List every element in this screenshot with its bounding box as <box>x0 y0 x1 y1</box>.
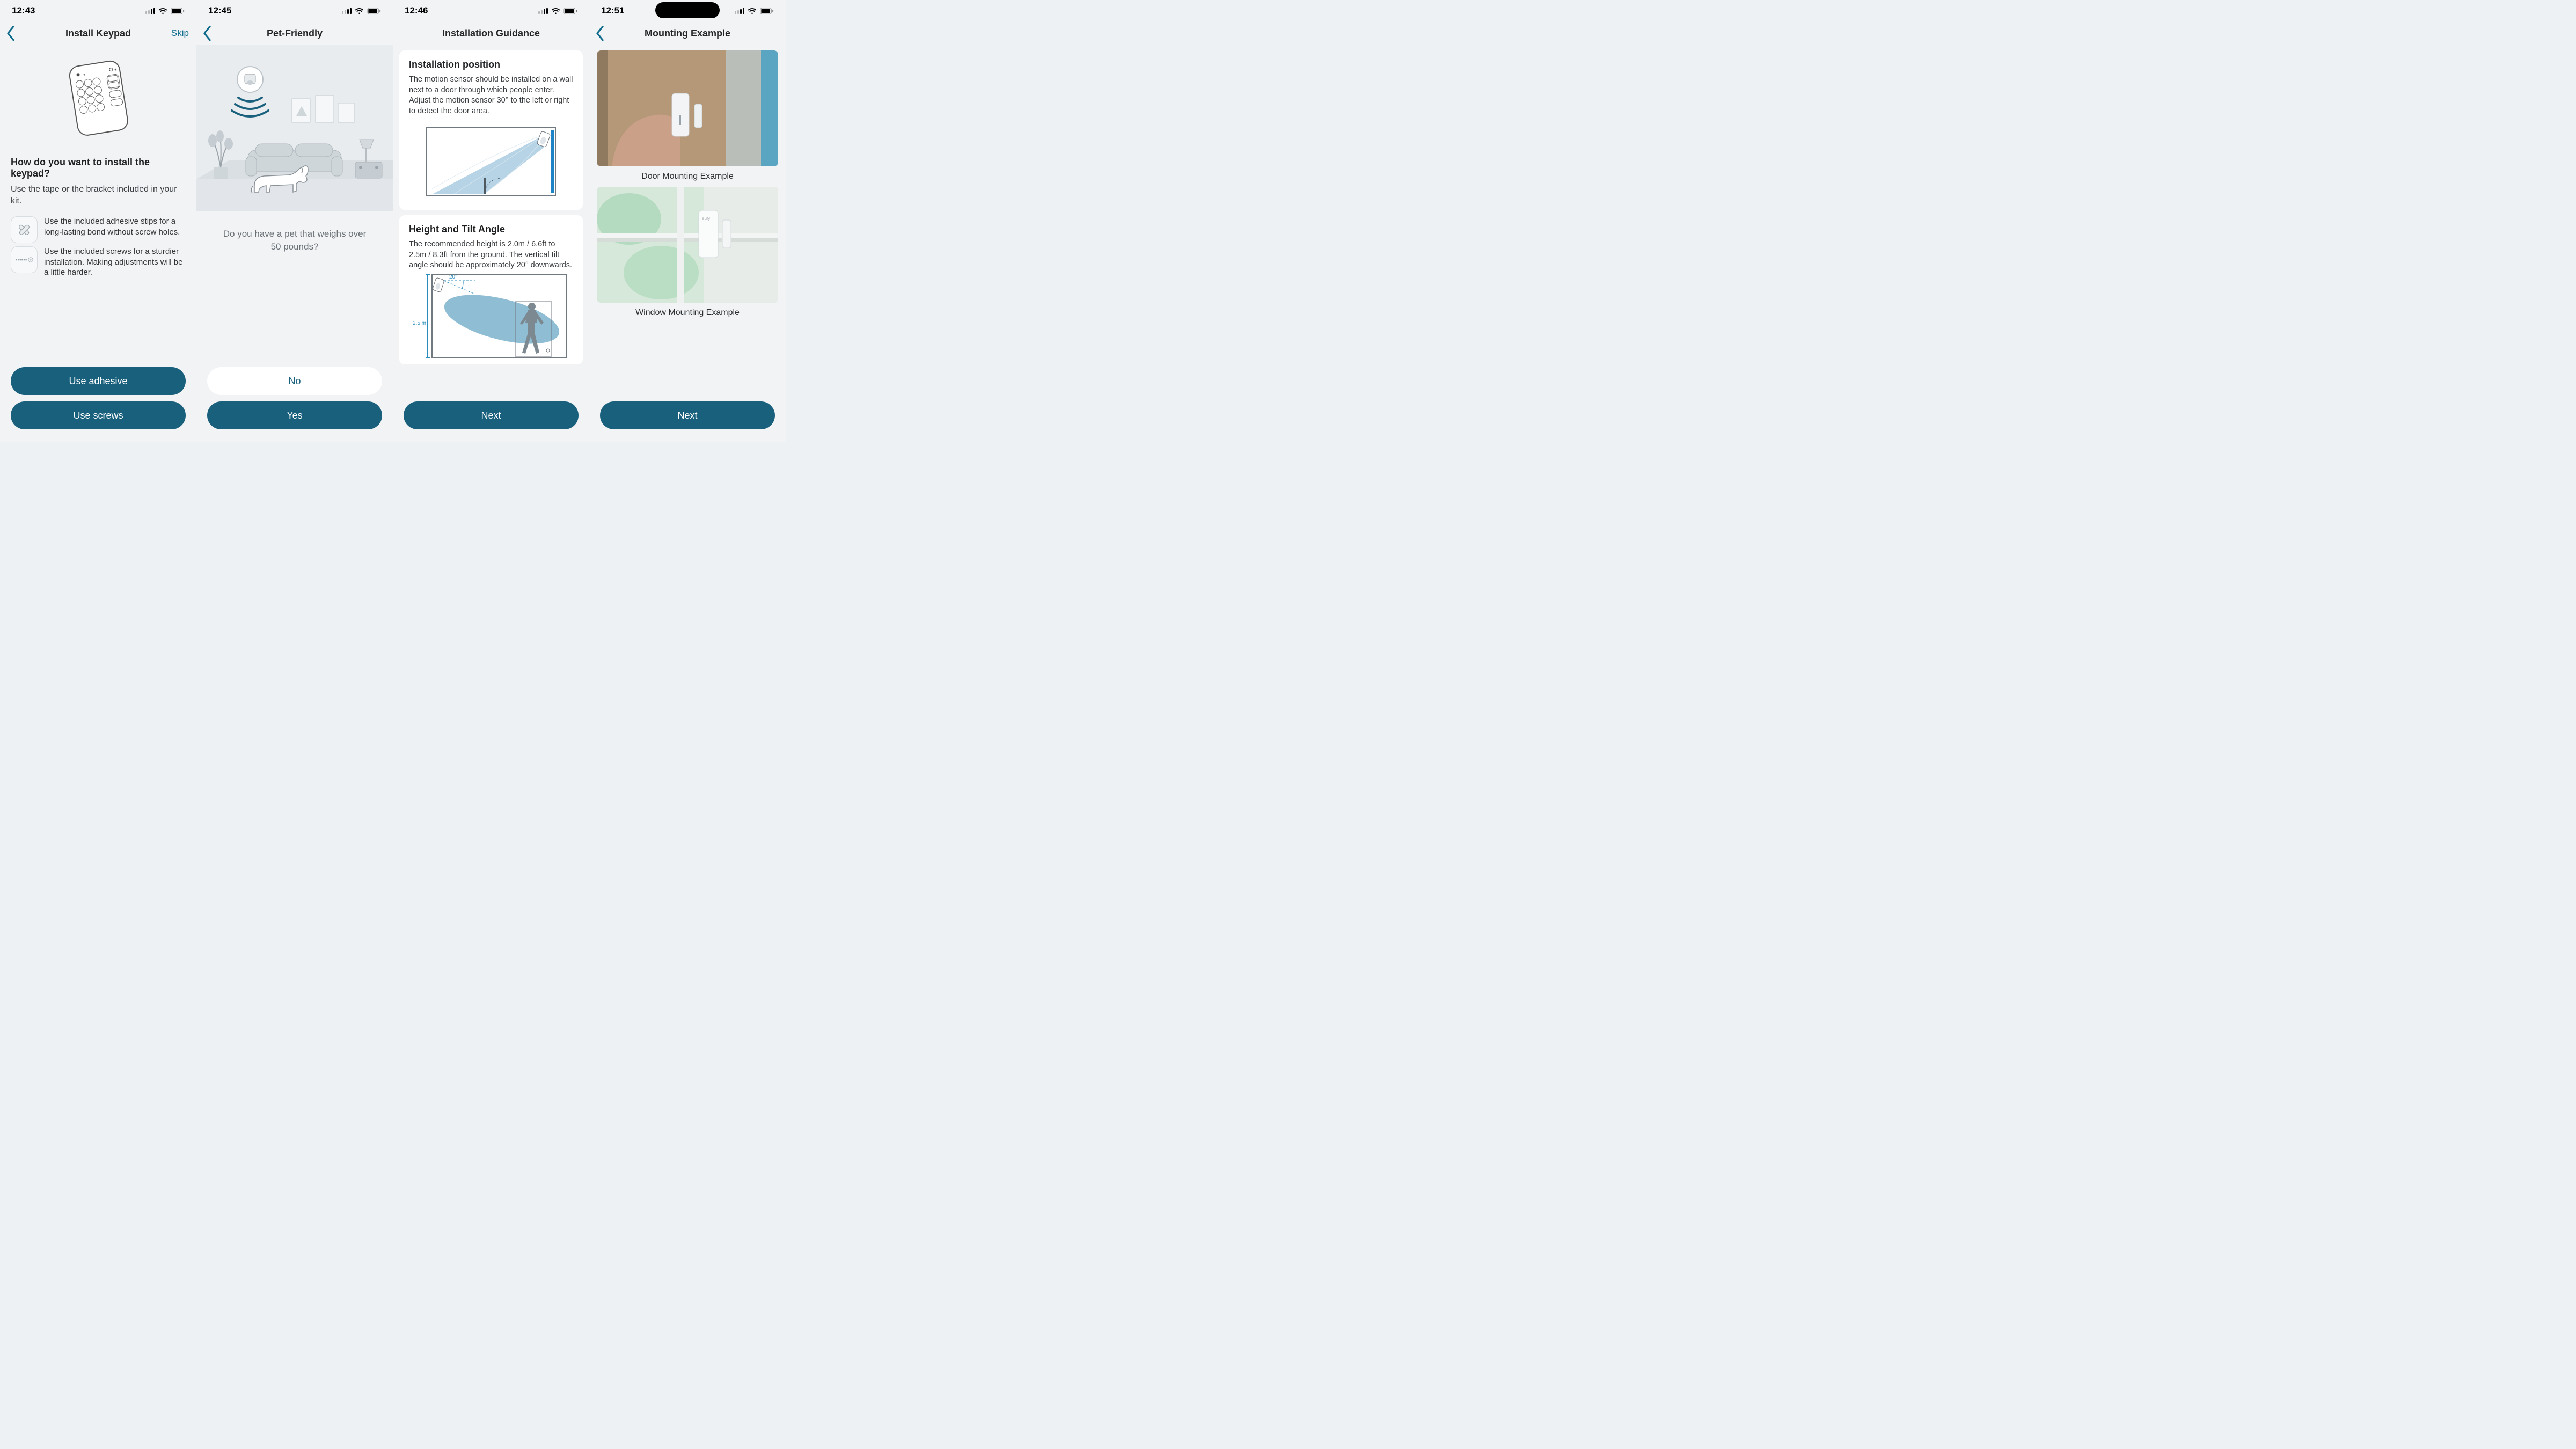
card-body: The motion sensor should be installed on… <box>409 75 573 116</box>
window-example: eufy Window Mounting Example <box>597 187 778 318</box>
nav-bar: Installation Guidance <box>393 21 589 45</box>
height-label: 2.5 m <box>413 320 426 326</box>
svg-text:eufy: eufy <box>702 216 710 221</box>
status-time: 12:43 <box>12 5 35 16</box>
status-bar: 12:45 <box>196 0 393 21</box>
screw-icon <box>11 246 38 273</box>
option-adhesive-text: Use the included adhesive stips for a lo… <box>44 216 186 237</box>
room-illustration <box>196 45 393 211</box>
use-screws-button[interactable]: Use screws <box>11 401 186 429</box>
wifi-icon <box>158 8 167 14</box>
window-example-caption: Window Mounting Example <box>597 308 778 318</box>
door-example: Door Mounting Example <box>597 50 778 181</box>
back-icon[interactable] <box>203 26 211 41</box>
status-indicators <box>342 8 381 14</box>
page-title: Installation Guidance <box>442 28 540 39</box>
door-example-caption: Door Mounting Example <box>597 172 778 181</box>
nav-bar: Install Keypad Skip <box>0 21 196 45</box>
page-title: Install Keypad <box>65 28 131 39</box>
tape-icon <box>11 216 38 243</box>
status-time: 12:51 <box>601 5 624 16</box>
dynamic-island <box>655 2 720 18</box>
status-bar: 12:51 <box>589 0 786 21</box>
battery-icon <box>760 8 774 14</box>
position-diagram <box>409 122 573 202</box>
card-installation-position: Installation position The motion sensor … <box>399 50 583 210</box>
door-example-image <box>597 50 778 166</box>
card-heading: Height and Tilt Angle <box>409 224 573 235</box>
keypad-illustration: + + <box>0 45 196 152</box>
battery-icon <box>171 8 185 14</box>
cellular-icon <box>538 8 548 14</box>
option-adhesive: Use the included adhesive stips for a lo… <box>11 216 186 243</box>
pet-question: Do you have a pet that weighs over 50 po… <box>218 228 371 253</box>
battery-icon <box>564 8 577 14</box>
card-body: The recommended height is 2.0m / 6.6ft t… <box>409 239 573 271</box>
angle-label: 20° <box>449 274 457 280</box>
status-indicators <box>735 8 774 14</box>
status-bar: 12:43 <box>0 0 196 21</box>
card-height-tilt: Height and Tilt Angle The recommended he… <box>399 215 583 364</box>
wifi-icon <box>355 8 364 14</box>
status-bar: 12:46 <box>393 0 589 21</box>
back-icon[interactable] <box>6 26 15 41</box>
cellular-icon <box>145 8 155 14</box>
status-time: 12:45 <box>208 5 231 16</box>
install-question: How do you want to install the keypad? <box>11 157 186 179</box>
nav-bar: Mounting Example <box>589 21 786 45</box>
page-title: Mounting Example <box>645 28 730 39</box>
cellular-icon <box>342 8 352 14</box>
battery-icon <box>367 8 381 14</box>
option-screws: Use the included screws for a sturdier i… <box>11 246 186 278</box>
nav-bar: Pet-Friendly <box>196 21 393 45</box>
wifi-icon <box>748 8 757 14</box>
no-button[interactable]: No <box>207 367 382 395</box>
cellular-icon <box>735 8 744 14</box>
status-indicators <box>145 8 185 14</box>
screen-install-keypad: 12:43 Install Keypad Skip + + <box>0 0 196 442</box>
skip-button[interactable]: Skip <box>171 28 189 39</box>
use-adhesive-button[interactable]: Use adhesive <box>11 367 186 395</box>
yes-button[interactable]: Yes <box>207 401 382 429</box>
option-screws-text: Use the included screws for a sturdier i… <box>44 246 186 278</box>
status-indicators <box>538 8 577 14</box>
card-heading: Installation position <box>409 59 573 70</box>
back-icon[interactable] <box>596 26 604 41</box>
next-button[interactable]: Next <box>600 401 775 429</box>
status-time: 12:46 <box>405 5 428 16</box>
screen-installation-guidance: 12:46 Installation Guidance Installation… <box>393 0 589 442</box>
screen-mounting-example: 12:51 Mounting Example <box>589 0 786 442</box>
wifi-icon <box>551 8 560 14</box>
window-example-image: eufy <box>597 187 778 303</box>
tilt-diagram: 2.5 m 20° <box>409 276 573 357</box>
screen-pet-friendly: 12:45 Pet-Friendly <box>196 0 393 442</box>
page-title: Pet-Friendly <box>267 28 323 39</box>
install-subtext: Use the tape or the bracket included in … <box>11 184 186 207</box>
next-button[interactable]: Next <box>404 401 579 429</box>
